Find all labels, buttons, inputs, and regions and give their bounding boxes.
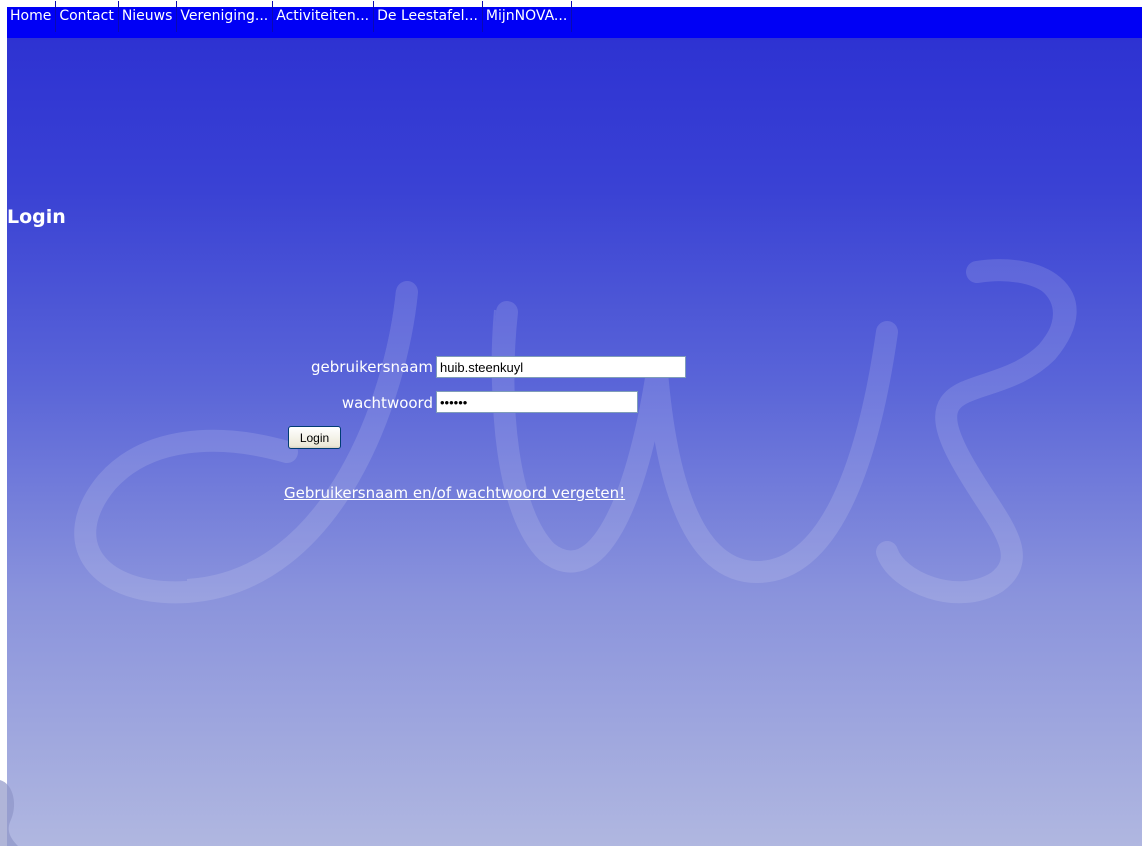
menu-item-activiteiten[interactable]: Activiteiten...: [273, 1, 375, 32]
password-row: wachtwoord: [0, 392, 433, 416]
menu-item-mijnnova[interactable]: MijnNOVA...: [483, 1, 573, 32]
page-edge-decoration: [0, 780, 18, 846]
forgot-credentials-link[interactable]: Gebruikersnaam en/of wachtwoord vergeten…: [284, 484, 625, 502]
page-title: Login: [7, 206, 66, 228]
password-input[interactable]: [436, 391, 638, 413]
top-menu-bar: Home Contact Nieuws Vereniging... Activi…: [7, 1, 1142, 38]
menu-item-contact[interactable]: Contact: [56, 1, 119, 32]
login-button[interactable]: Login: [288, 426, 341, 449]
page-background: [7, 7, 1142, 846]
watermark-logo: [74, 259, 1077, 604]
menu-item-home[interactable]: Home: [7, 1, 57, 32]
username-label: gebruikersnaam: [311, 358, 433, 376]
menu-item-de-leestafel[interactable]: De Leestafel...: [374, 1, 483, 32]
password-label: wachtwoord: [341, 394, 433, 412]
menu-item-vereniging[interactable]: Vereniging...: [177, 1, 274, 32]
username-input[interactable]: [436, 356, 686, 378]
page: Home Contact Nieuws Vereniging... Activi…: [0, 0, 1142, 846]
username-row: gebruikersnaam: [0, 356, 433, 380]
menu-item-nieuws[interactable]: Nieuws: [119, 1, 178, 32]
